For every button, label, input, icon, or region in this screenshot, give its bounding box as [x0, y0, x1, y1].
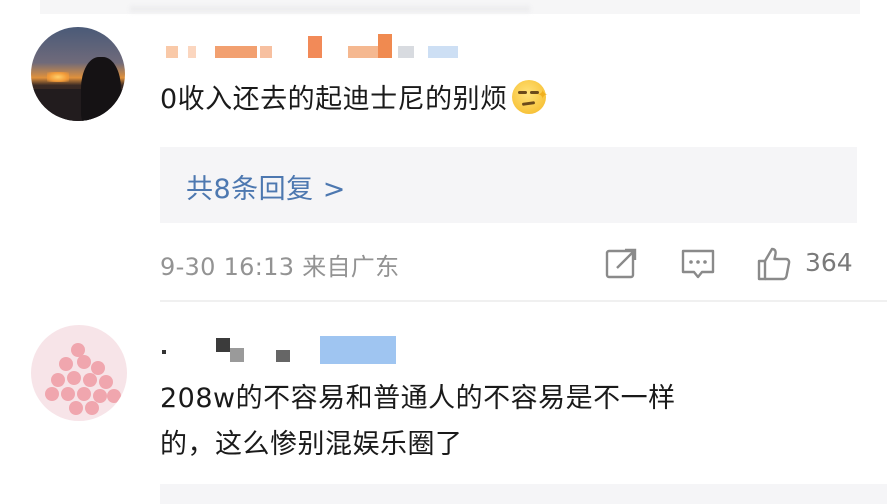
smirk-face-icon: ✦	[511, 80, 548, 114]
replies-panel[interactable]: 共8条回复 >	[160, 147, 857, 223]
previous-comment-edge	[40, 0, 860, 14]
next-replies-panel-edge	[160, 484, 887, 504]
avatar[interactable]	[31, 325, 127, 421]
comment-body-line-1: 208w的不容易和普通人的不容易是不一样	[160, 383, 676, 414]
location: 来自广东	[302, 253, 400, 281]
timestamp: 9-30 16:13	[160, 253, 295, 281]
comment-text: 208w的不容易和普通人的不容易是不一样 的，这么惨别混娱乐圈了	[160, 379, 676, 465]
comment-text: 0收入还去的起迪士尼的别烦 ✦	[160, 80, 548, 120]
comment-divider	[160, 300, 887, 302]
comment-icon[interactable]	[680, 246, 716, 282]
thumbs-up-icon[interactable]	[756, 246, 792, 282]
comment-meta: 9-30 16:13 来自广东	[160, 247, 399, 282]
username-redacted[interactable]	[160, 336, 400, 364]
avatar[interactable]	[31, 27, 125, 121]
share-icon[interactable]	[603, 246, 639, 282]
username-redacted[interactable]	[160, 34, 460, 64]
comment-body: 0收入还去的起迪士尼的别烦	[160, 84, 508, 115]
view-replies-link[interactable]: 共8条回复 >	[186, 167, 346, 206]
comment-body-line-2: 的，这么惨别混娱乐圈了	[160, 429, 463, 460]
like-count: 364	[805, 248, 853, 277]
